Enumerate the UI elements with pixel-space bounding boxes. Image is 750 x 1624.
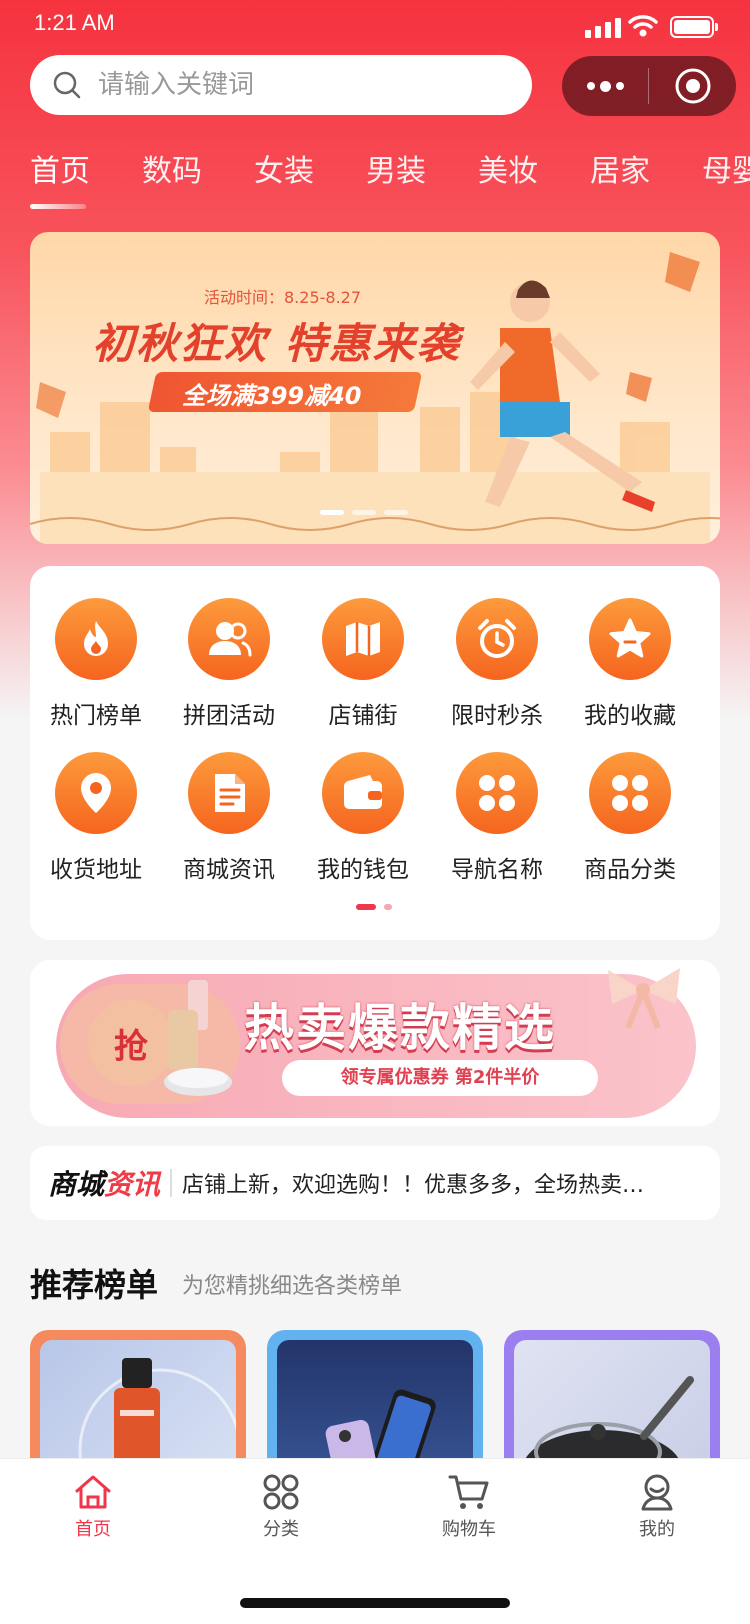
nav-wallet[interactable]: 我的钱包 <box>298 752 428 884</box>
nav-label: 商品分类 <box>584 857 676 883</box>
target-close-icon <box>675 68 710 104</box>
nav-label: 收货地址 <box>50 857 142 883</box>
tab-beauty[interactable]: 美妆 <box>478 152 538 212</box>
star-icon <box>589 598 671 680</box>
home-icon <box>75 1475 111 1509</box>
tabbar-cart[interactable]: 购物车 <box>414 1473 524 1541</box>
status-time: 1:21 AM <box>34 10 115 35</box>
nav-mall-news[interactable]: 商城资讯 <box>164 752 294 884</box>
wifi-icon <box>628 15 658 37</box>
search-icon <box>53 71 81 99</box>
banner-indicator <box>320 510 408 515</box>
map-icon <box>322 598 404 680</box>
close-miniprogram-button[interactable] <box>649 56 736 116</box>
alarm-clock-icon <box>456 598 538 680</box>
tab-baby[interactable]: 母婴 <box>702 152 750 212</box>
nav-label: 商城资讯 <box>183 857 275 883</box>
recommend-subtitle: 为您精挑细选各类榜单 <box>182 1274 403 1299</box>
nav-group-buy[interactable]: 拼团活动 <box>164 598 294 730</box>
miniprogram-capsule <box>562 56 736 116</box>
tab-home[interactable]: 首页 <box>30 152 90 212</box>
nav-navigation[interactable]: 导航名称 <box>432 752 562 884</box>
home-indicator <box>240 1598 510 1608</box>
nav-hot-ranking[interactable]: 热门榜单 <box>31 598 161 730</box>
promo-title: 热卖爆款精选 <box>244 999 556 1057</box>
fire-icon <box>55 598 137 680</box>
profile-icon <box>641 1474 673 1511</box>
banner-headline: 初秋狂欢 特惠来袭 <box>92 319 461 368</box>
cosmetics-illustration <box>164 980 232 1096</box>
tab-digital[interactable]: 数码 <box>142 152 202 212</box>
category-icon <box>263 1474 299 1510</box>
news-divider <box>170 1169 173 1197</box>
banner-offer: 全场满399减40 <box>182 382 362 410</box>
nav-flash-sale[interactable]: 限时秒杀 <box>432 598 562 730</box>
nav-label: 我的钱包 <box>317 857 409 883</box>
hot-sale-banner[interactable]: 抢 热卖爆款精选 领专属优惠券 第2件半价 <box>30 960 720 1126</box>
promo-subtitle: 领专属优惠券 第2件半价 <box>282 1060 598 1096</box>
tab-home-living[interactable]: 居家 <box>590 152 650 212</box>
grid-icon <box>589 752 671 834</box>
nav-shop-street[interactable]: 店铺街 <box>298 598 428 730</box>
recommend-title: 推荐榜单 <box>30 1266 159 1304</box>
news-text: 店铺上新，欢迎选购！！优惠多多，全场热卖… <box>182 1173 645 1198</box>
tabbar-label: 我的 <box>639 1519 675 1540</box>
news-brand: 商城资讯 <box>48 1163 160 1203</box>
tabbar-category[interactable]: 分类 <box>226 1473 336 1541</box>
document-icon <box>188 752 270 834</box>
nav-label: 我的收藏 <box>584 703 676 729</box>
nav-categories[interactable]: 商品分类 <box>565 752 695 884</box>
signal-icon <box>585 18 621 38</box>
news-brand-part-a: 商城 <box>48 1168 105 1201</box>
nav-favorites[interactable]: 我的收藏 <box>565 598 695 730</box>
nav-label: 拼团活动 <box>183 703 275 729</box>
wallet-icon <box>322 752 404 834</box>
nav-address[interactable]: 收货地址 <box>31 752 161 884</box>
news-brand-part-b: 资讯 <box>104 1168 161 1201</box>
nav-label: 店铺街 <box>328 703 398 729</box>
nav-label: 限时秒杀 <box>451 703 543 729</box>
cart-icon <box>448 1475 489 1509</box>
search-input[interactable] <box>98 70 478 100</box>
nav-label: 导航名称 <box>451 857 543 883</box>
tabbar-label: 购物车 <box>442 1519 496 1540</box>
category-tabs: 首页 数码 女装 男装 美妆 居家 母婴 <box>30 152 750 212</box>
tab-mens[interactable]: 男装 <box>366 152 426 212</box>
tabbar-label: 首页 <box>75 1519 111 1540</box>
banner-period: 活动时间：8.25-8.27 <box>204 288 362 307</box>
more-options-button[interactable] <box>562 56 648 116</box>
group-icon <box>188 598 270 680</box>
tabbar-profile[interactable]: 我的 <box>602 1473 712 1541</box>
location-pin-icon <box>55 752 137 834</box>
tab-womens[interactable]: 女装 <box>254 152 314 212</box>
tabbar-home[interactable]: 首页 <box>38 1473 148 1541</box>
nav-label: 热门榜单 <box>50 703 142 729</box>
battery-icon <box>670 16 718 38</box>
status-bar: 1:21 AM <box>0 0 750 52</box>
promo-banner[interactable]: 活动时间：8.25-8.27 初秋狂欢 特惠来袭 全场满399减40 <box>30 232 720 544</box>
nav-page-indicator <box>356 904 392 910</box>
search-bar[interactable] <box>30 55 532 115</box>
mall-news-ticker[interactable]: 商城资讯 店铺上新，欢迎选购！！优惠多多，全场热卖… <box>30 1146 720 1220</box>
quick-nav-card: 热门榜单 拼团活动 店铺街 限时秒杀 我的收藏 收货地址 商城资讯 我的钱包 导… <box>30 566 720 940</box>
tabbar-label: 分类 <box>263 1519 299 1540</box>
grid-icon <box>456 752 538 834</box>
ribbon-bow-icon <box>608 968 680 1030</box>
